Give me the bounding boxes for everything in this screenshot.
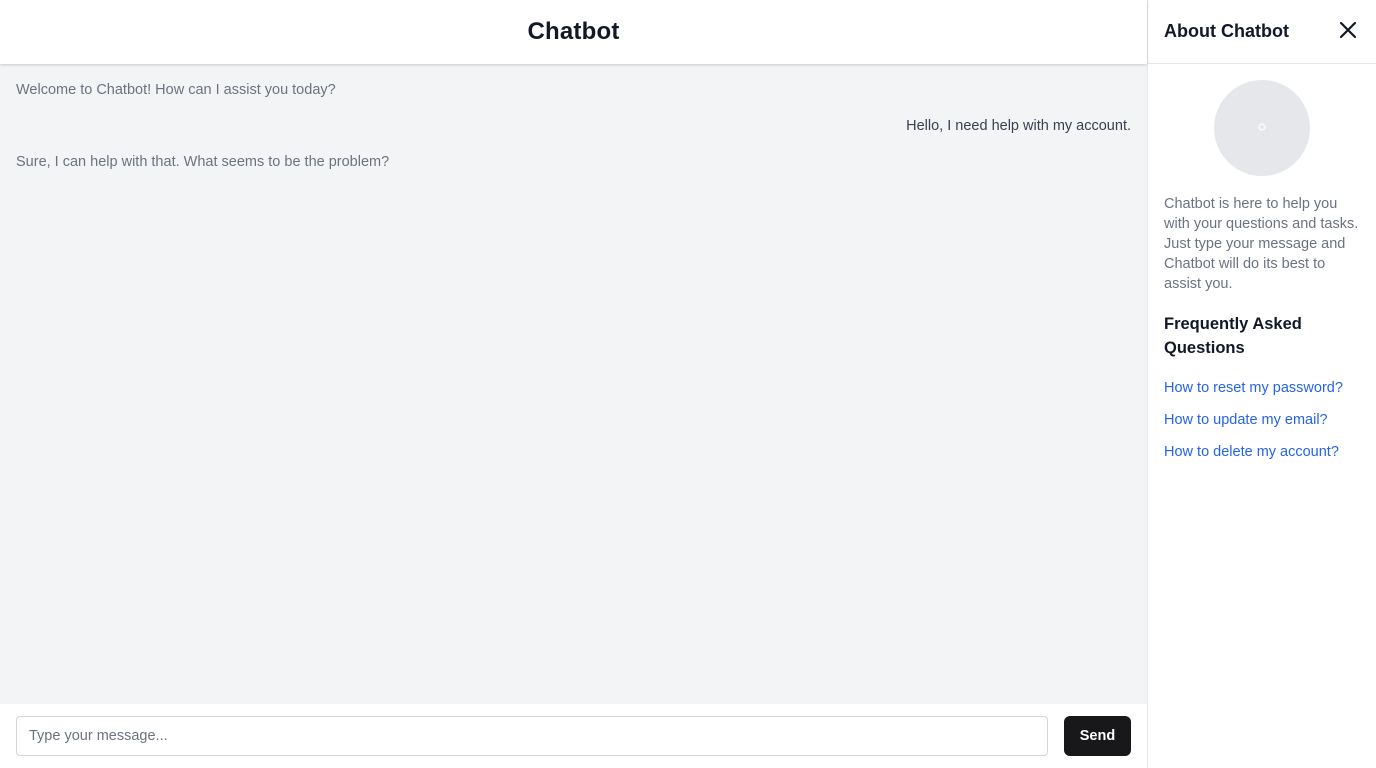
sidebar-body: Chatbot is here to help you with your qu… [1148,64,1376,490]
about-sidebar: About Chatbot Chatbot is here to help yo… [1147,0,1376,768]
faq-list: How to reset my password? How to update … [1164,378,1360,462]
user-message: Hello, I need help with my account. [906,118,1131,134]
close-sidebar-button[interactable] [1336,20,1360,44]
message-list[interactable]: Welcome to Chatbot! How can I assist you… [0,64,1147,704]
faq-link-reset-password[interactable]: How to reset my password? [1164,380,1343,396]
avatar-placeholder-icon [1257,119,1267,137]
faq-heading: Frequently Asked Questions [1164,315,1302,357]
app: Chatbot Welcome to Chatbot! How can I as… [0,0,1376,768]
avatar [1214,80,1310,176]
bot-message: Welcome to Chatbot! How can I assist you… [16,82,336,98]
chat-panel: Chatbot Welcome to Chatbot! How can I as… [0,0,1147,768]
chat-header: Chatbot [0,0,1147,64]
message-composer: Send [0,704,1147,768]
avatar-container [1164,80,1360,176]
list-item: How to update my email? [1164,410,1360,430]
sidebar-description: Chatbot is here to help you with your qu… [1164,196,1359,292]
faq-link-update-email[interactable]: How to update my email? [1164,412,1328,428]
list-item: How to delete my account? [1164,442,1360,462]
bot-message: Sure, I can help with that. What seems t… [16,154,390,170]
message-input[interactable] [16,716,1048,756]
faq-link-delete-account[interactable]: How to delete my account? [1164,444,1339,460]
list-item: How to reset my password? [1164,378,1360,398]
send-button[interactable]: Send [1064,716,1131,756]
sidebar-title: About Chatbot [1164,21,1289,41]
page-title: Chatbot [527,18,620,45]
close-icon [1339,21,1357,42]
sidebar-header: About Chatbot [1148,0,1376,64]
